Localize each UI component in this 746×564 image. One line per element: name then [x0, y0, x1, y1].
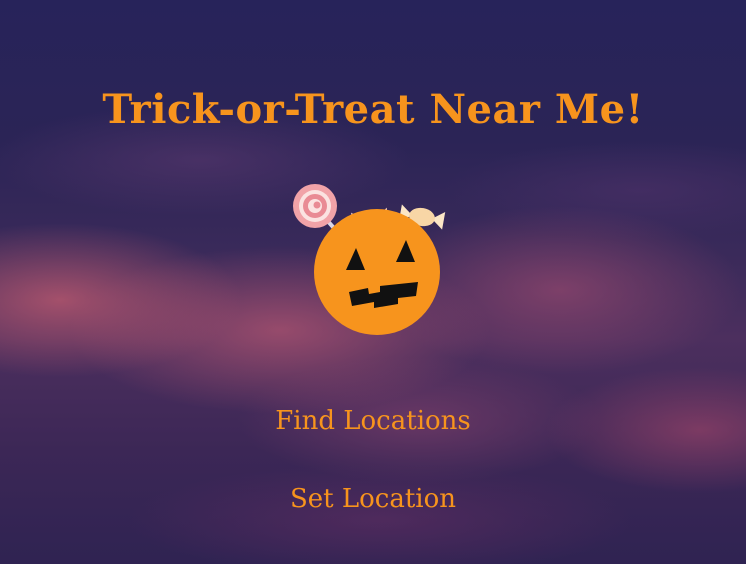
find-locations-button[interactable]: Find Locations [0, 404, 746, 438]
find-locations-label: Find Locations [275, 406, 471, 436]
page-title: Trick-or-Treat Near Me! [102, 86, 644, 133]
set-location-label: Set Location [289, 484, 457, 514]
set-location-button[interactable]: Set Location [0, 482, 746, 516]
pumpkin-candy-bucket-icon [288, 180, 458, 335]
